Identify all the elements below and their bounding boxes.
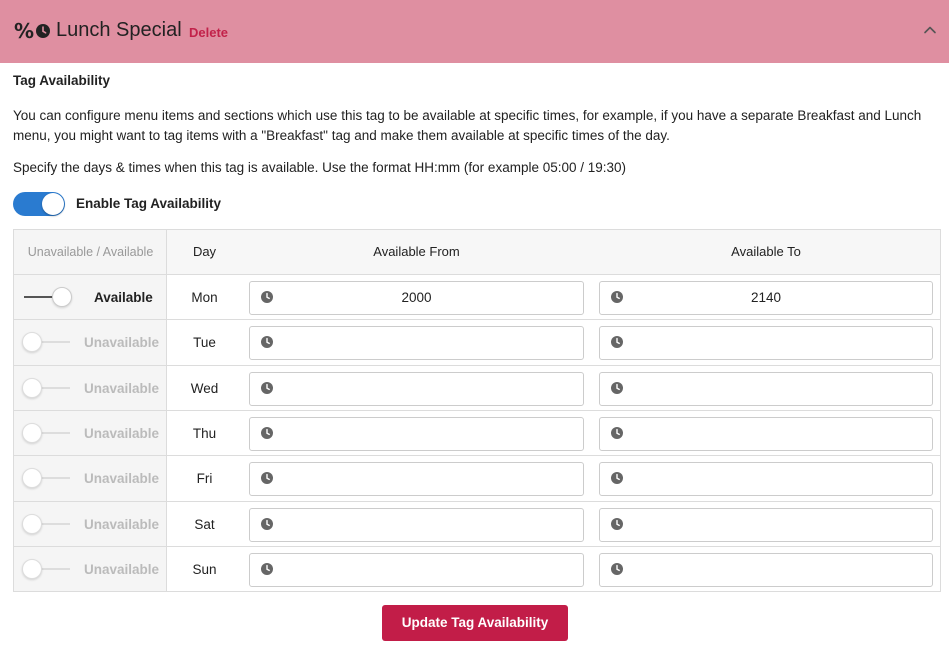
table-row: Unavailable Thu bbox=[14, 411, 940, 456]
availability-state: Unavailable bbox=[84, 425, 160, 441]
clock-icon bbox=[261, 336, 273, 349]
toggle-knob bbox=[52, 287, 72, 307]
table-row: Unavailable Sun bbox=[14, 547, 940, 592]
day-availability-toggle[interactable] bbox=[22, 468, 72, 489]
table-row: Available Mon 2000 2140 bbox=[14, 275, 940, 320]
section-title: Tag Availability bbox=[13, 73, 111, 88]
day-label: Mon bbox=[191, 290, 218, 305]
clock-icon bbox=[261, 517, 273, 530]
available-from-input[interactable]: 2000 bbox=[249, 281, 584, 315]
day-label: Sun bbox=[192, 561, 217, 577]
from-value: 2000 bbox=[401, 290, 432, 305]
clock-icon bbox=[611, 336, 623, 349]
update-availability-button[interactable]: Update Tag Availability bbox=[382, 605, 568, 641]
tag-header[interactable]: % Lunch Special Delete bbox=[0, 0, 949, 63]
clock-icon bbox=[36, 24, 50, 38]
day-label: Fri bbox=[196, 471, 213, 487]
to-value: 2140 bbox=[750, 290, 782, 305]
toggle-knob bbox=[22, 513, 42, 534]
format-hint: Specify the days & times when this tag i… bbox=[13, 160, 627, 175]
toggle-knob bbox=[42, 193, 64, 215]
enable-availability-toggle[interactable] bbox=[13, 192, 65, 216]
clock-icon bbox=[611, 472, 623, 485]
header-day: Day bbox=[192, 244, 217, 259]
availability-state: Unavailable bbox=[84, 471, 160, 487]
day-availability-toggle[interactable] bbox=[22, 513, 72, 534]
toggle-knob bbox=[22, 558, 42, 579]
header-available-to: Available To bbox=[731, 244, 801, 259]
available-from-input[interactable] bbox=[249, 371, 584, 406]
available-to-input[interactable] bbox=[599, 462, 933, 497]
day-availability-toggle[interactable] bbox=[22, 332, 72, 353]
clock-icon bbox=[611, 426, 623, 439]
clock-icon bbox=[611, 562, 623, 575]
clock-icon bbox=[611, 381, 623, 394]
day-availability-toggle[interactable] bbox=[22, 377, 72, 398]
table-row: Unavailable Fri bbox=[14, 456, 940, 501]
available-from-input[interactable] bbox=[249, 552, 584, 587]
toggle-knob bbox=[22, 332, 42, 353]
day-availability-toggle[interactable] bbox=[22, 287, 72, 307]
clock-icon bbox=[261, 426, 273, 439]
available-from-input[interactable] bbox=[249, 326, 584, 361]
available-to-input[interactable] bbox=[599, 326, 933, 361]
clock-icon bbox=[261, 472, 273, 485]
available-to-input[interactable] bbox=[599, 552, 933, 587]
table-row: Unavailable Sat bbox=[14, 502, 940, 547]
clock-icon bbox=[261, 562, 273, 575]
day-label: Tue bbox=[193, 335, 216, 351]
description-text: You can configure menu items and section… bbox=[13, 108, 922, 143]
availability-state: Available bbox=[94, 290, 153, 305]
availability-state: Unavailable bbox=[84, 561, 160, 577]
header-availability: Unavailable / Available bbox=[27, 245, 154, 259]
table-row: Unavailable Wed bbox=[14, 366, 940, 411]
available-to-input[interactable] bbox=[599, 507, 933, 542]
toggle-knob bbox=[22, 468, 42, 489]
available-to-input[interactable] bbox=[599, 371, 933, 406]
day-availability-toggle[interactable] bbox=[22, 558, 72, 579]
day-label: Wed bbox=[190, 380, 219, 396]
day-label: Sat bbox=[194, 516, 215, 532]
day-availability-toggle[interactable] bbox=[22, 422, 72, 443]
table-row: Unavailable Tue bbox=[14, 320, 940, 365]
availability-state: Unavailable bbox=[84, 380, 160, 396]
availability-table: Unavailable / Available Day Available Fr… bbox=[13, 229, 941, 592]
tag-title: Lunch Special bbox=[56, 19, 182, 41]
day-label: Thu bbox=[192, 425, 217, 441]
availability-state: Unavailable bbox=[84, 335, 160, 351]
available-to-input[interactable] bbox=[599, 416, 933, 451]
toggle-knob bbox=[22, 377, 42, 398]
enable-availability-label: Enable Tag Availability bbox=[76, 196, 222, 211]
clock-icon bbox=[611, 517, 623, 530]
available-to-input[interactable]: 2140 bbox=[599, 281, 933, 315]
percent-icon: % bbox=[14, 19, 35, 43]
header-available-from: Available From bbox=[373, 244, 460, 259]
delete-link[interactable]: Delete bbox=[189, 25, 228, 40]
available-from-input[interactable] bbox=[249, 462, 584, 497]
toggle-knob bbox=[22, 422, 42, 443]
chevron-up-icon[interactable] bbox=[922, 22, 938, 38]
available-from-input[interactable] bbox=[249, 507, 584, 542]
availability-state: Unavailable bbox=[84, 516, 160, 532]
available-from-input[interactable] bbox=[249, 416, 584, 451]
clock-icon bbox=[261, 381, 273, 394]
